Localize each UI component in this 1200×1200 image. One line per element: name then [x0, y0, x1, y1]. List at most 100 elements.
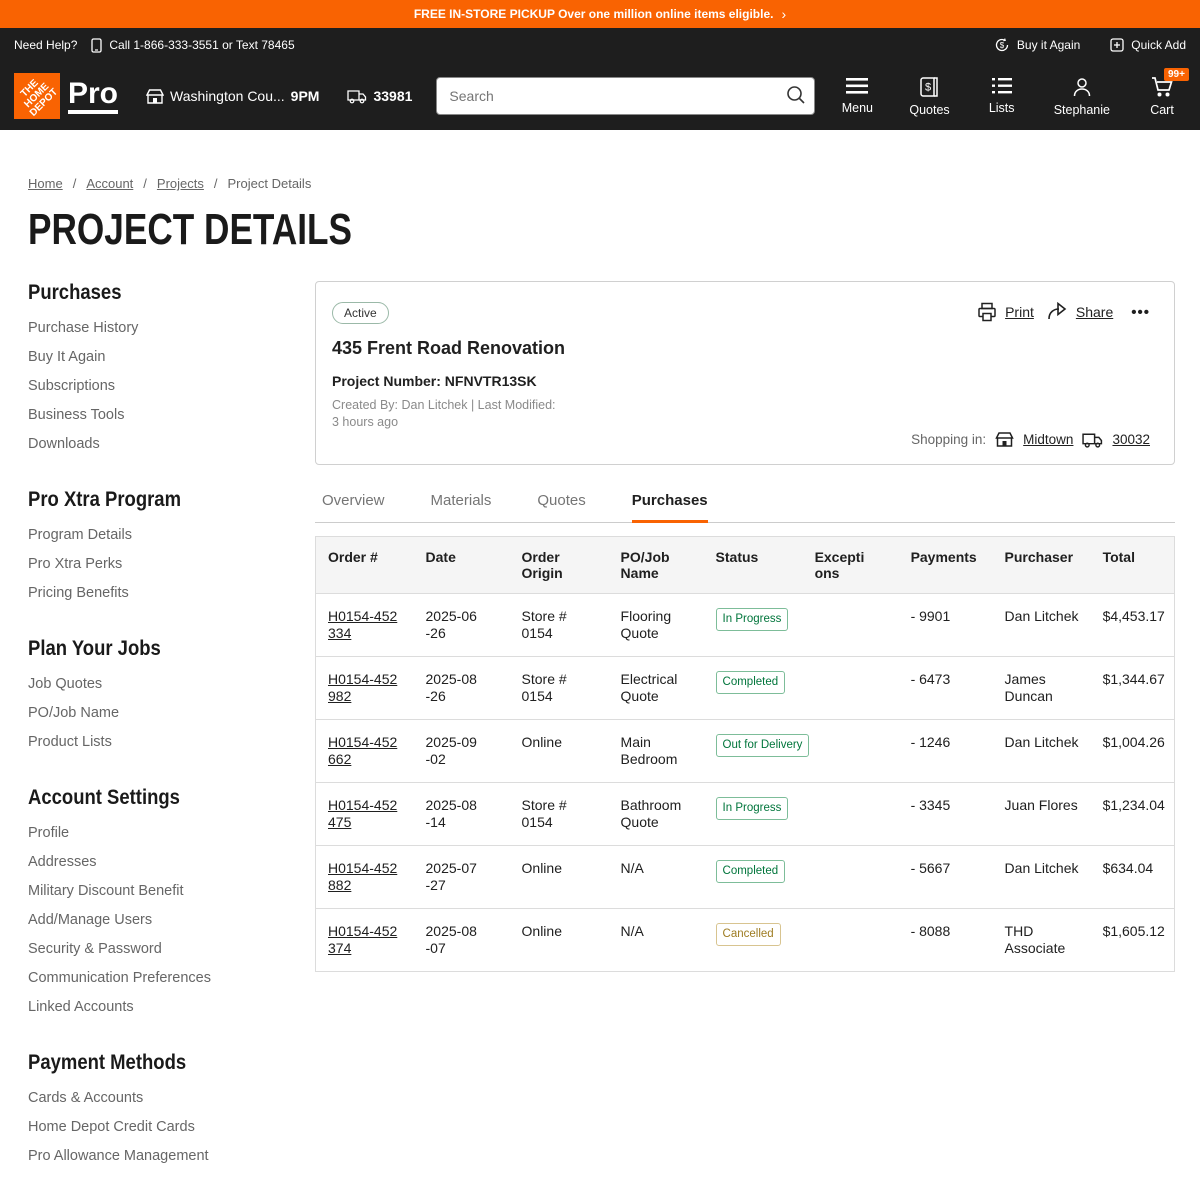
promo-banner[interactable]: FREE IN-STORE PICKUP Over one million on… — [0, 0, 1200, 28]
shopping-in-label: Shopping in: — [911, 432, 986, 447]
cell-po: Flooring Quote — [609, 594, 704, 657]
pro-brand-label[interactable]: Pro — [68, 78, 118, 114]
col-origin: Order Origin — [510, 537, 609, 594]
col-date: Date — [414, 537, 510, 594]
tab-quotes[interactable]: Quotes — [537, 479, 585, 523]
col-payments: Payments — [899, 537, 993, 594]
shopping-store-link[interactable]: Midtown — [1023, 432, 1073, 447]
share-button[interactable]: Share — [1046, 302, 1113, 322]
sidebar-item-business-tools[interactable]: Business Tools — [28, 400, 315, 429]
sidebar-item-subscriptions[interactable]: Subscriptions — [28, 371, 315, 400]
shopping-zip-link[interactable]: 30032 — [1112, 432, 1150, 447]
project-title: 435 Frent Road Renovation — [332, 338, 565, 359]
store-selector[interactable]: Washington Cou...9PM — [146, 88, 319, 105]
cell-po: N/A — [609, 846, 704, 909]
cell-status: Cancelled — [704, 909, 803, 972]
sidebar-item-po-job-name[interactable]: PO/Job Name — [28, 698, 315, 727]
cell-purchaser: James Duncan — [993, 657, 1091, 720]
table-row: H0154-452374 2025-08-07 Online N/A Cance… — [316, 909, 1175, 972]
order-link[interactable]: H0154-452662 — [328, 734, 398, 768]
sidebar-item-addresses[interactable]: Addresses — [28, 847, 315, 876]
account-sidebar: Purchases Purchase History Buy It Again … — [28, 281, 315, 1200]
tab-purchases[interactable]: Purchases — [632, 479, 708, 523]
status-badge: Completed — [716, 671, 786, 694]
cell-origin: Online — [510, 720, 609, 783]
cell-status: Out for Delivery — [704, 720, 803, 783]
cell-purchaser: THD Associate — [993, 909, 1091, 972]
nav-menu[interactable]: Menu — [839, 75, 875, 115]
breadcrumb-home[interactable]: Home — [28, 176, 63, 191]
cell-purchaser: Dan Litchek — [993, 846, 1091, 909]
nav-cart-label: Cart — [1150, 103, 1174, 117]
sidebar-item-downloads[interactable]: Downloads — [28, 429, 315, 458]
cell-payments: - 8088 — [899, 909, 993, 972]
nav-quotes[interactable]: $ Quotes — [909, 75, 949, 117]
sidebar-item-pricing-benefits[interactable]: Pricing Benefits — [28, 578, 315, 607]
sidebar-item-pro-allowance[interactable]: Pro Allowance Management — [28, 1141, 315, 1170]
call-or-text-link[interactable]: Call 1-866-333-3551 or Text 78465 — [91, 38, 294, 53]
sidebar-item-purchase-history[interactable]: Purchase History — [28, 313, 315, 342]
sidebar-item-program-details[interactable]: Program Details — [28, 520, 315, 549]
breadcrumb-account[interactable]: Account — [86, 176, 133, 191]
print-button[interactable]: Print — [977, 302, 1034, 322]
sidebar-item-cards-accounts[interactable]: Cards & Accounts — [28, 1083, 315, 1112]
nav-cart[interactable]: 99+ Cart — [1144, 75, 1180, 117]
utility-bar: Need Help? Call 1-866-333-3551 or Text 7… — [0, 28, 1200, 62]
sidebar-item-product-lists[interactable]: Product Lists — [28, 727, 315, 756]
project-main: Active 435 Frent Road Renovation Project… — [315, 281, 1175, 972]
nav-lists[interactable]: Lists — [984, 75, 1020, 115]
cell-date: 2025-07-27 — [414, 846, 510, 909]
sidebar-item-communication-preferences[interactable]: Communication Preferences — [28, 963, 315, 992]
sidebar-item-job-quotes[interactable]: Job Quotes — [28, 669, 315, 698]
home-depot-logo[interactable]: THE HOME DEPOT — [14, 73, 60, 119]
share-label: Share — [1076, 304, 1113, 320]
cell-order: H0154-452662 — [316, 720, 414, 783]
nav-account[interactable]: Stephanie — [1054, 75, 1110, 117]
sidebar-item-military-discount[interactable]: Military Discount Benefit — [28, 876, 315, 905]
order-link[interactable]: H0154-452334 — [328, 608, 398, 642]
breadcrumb-projects[interactable]: Projects — [157, 176, 204, 191]
sidebar-item-buy-it-again[interactable]: Buy It Again — [28, 342, 315, 371]
quick-add-link[interactable]: Quick Add — [1110, 38, 1186, 52]
store-close-time: 9PM — [291, 88, 320, 104]
sidebar-item-security-password[interactable]: Security & Password — [28, 934, 315, 963]
cell-date: 2025-06-26 — [414, 594, 510, 657]
cell-status: Completed — [704, 846, 803, 909]
sidebar-item-hd-credit-cards[interactable]: Home Depot Credit Cards — [28, 1112, 315, 1141]
sidebar-item-pro-xtra-perks[interactable]: Pro Xtra Perks — [28, 549, 315, 578]
order-link[interactable]: H0154-452882 — [328, 860, 398, 894]
tab-overview[interactable]: Overview — [322, 479, 385, 523]
cell-date: 2025-08-07 — [414, 909, 510, 972]
sidebar-item-add-manage-users[interactable]: Add/Manage Users — [28, 905, 315, 934]
buy-it-again-link[interactable]: $ Buy it Again — [994, 37, 1080, 53]
cart-count-badge: 99+ — [1164, 68, 1189, 81]
order-link[interactable]: H0154-452475 — [328, 797, 398, 831]
search-button[interactable] — [785, 84, 807, 109]
tab-materials[interactable]: Materials — [431, 479, 492, 523]
svg-text:$: $ — [1000, 41, 1005, 50]
lists-icon — [990, 75, 1014, 97]
more-actions-button[interactable]: ••• — [1131, 304, 1150, 321]
printer-icon — [977, 302, 997, 322]
cell-order: H0154-452374 — [316, 909, 414, 972]
order-link[interactable]: H0154-452982 — [328, 671, 398, 705]
cell-date: 2025-09-02 — [414, 720, 510, 783]
search-input[interactable] — [436, 77, 815, 115]
order-link[interactable]: H0154-452374 — [328, 923, 398, 957]
cell-origin: Online — [510, 909, 609, 972]
sidebar-item-profile[interactable]: Profile — [28, 818, 315, 847]
breadcrumb: Home / Account / Projects / Project Deta… — [28, 176, 1175, 191]
delivery-zip-selector[interactable]: 33981 — [347, 88, 412, 104]
project-number: Project Number: NFNVTR13SK — [332, 373, 565, 389]
cell-exceptions — [803, 846, 899, 909]
shopping-in-row: Shopping in: Midtown 30032 — [911, 431, 1150, 448]
col-total: Total — [1091, 537, 1175, 594]
table-row: H0154-452475 2025-08-14 Store # 0154 Bat… — [316, 783, 1175, 846]
cell-order: H0154-452882 — [316, 846, 414, 909]
status-badge: Cancelled — [716, 923, 781, 946]
page-content: Home / Account / Projects / Project Deta… — [0, 130, 1200, 1200]
sidebar-item-linked-accounts[interactable]: Linked Accounts — [28, 992, 315, 1021]
cell-total: $4,453.17 — [1091, 594, 1175, 657]
share-icon — [1046, 302, 1068, 322]
header-nav: Menu $ Quotes Lists Stephanie 99+ Cart — [839, 75, 1186, 117]
